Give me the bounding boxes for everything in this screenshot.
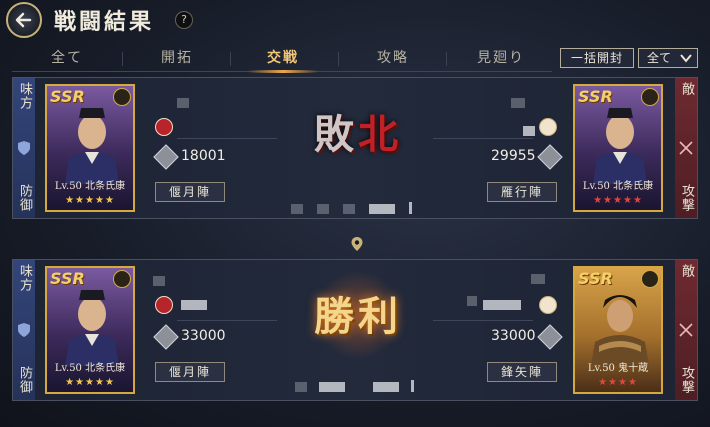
shield-icon xyxy=(18,323,30,337)
redacted-text xyxy=(523,126,535,136)
general-figure-icon xyxy=(65,108,119,184)
enemy-power-value: 29955 xyxy=(491,148,536,164)
enemy-formation-label: 鋒矢陣 xyxy=(487,362,557,382)
enemy-power-value: 33000 xyxy=(491,328,536,344)
ally-role-label: 防御 xyxy=(17,184,32,212)
redacted-text xyxy=(295,382,307,392)
crossed-swords-icon xyxy=(679,141,693,155)
enemy-general-portrait[interactable]: SSR Lv.50 北条氏康 ★★★★★ xyxy=(573,84,663,212)
enemy-general-portrait[interactable]: SSR Lv.50 鬼十蔵 ★★★★ xyxy=(573,266,663,394)
troop-power-icon xyxy=(537,324,563,350)
general-level-name: Lv.50 北条氏康 xyxy=(54,363,126,374)
filter-dropdown[interactable]: 全て xyxy=(638,48,698,68)
ally-side-strip: 味方 防御 xyxy=(13,260,35,400)
redacted-text xyxy=(153,276,165,286)
redacted-text xyxy=(467,296,477,306)
tab-all[interactable]: 全て xyxy=(22,46,112,72)
battle-report-card[interactable]: 味方 防御 SSR Lv.50 北条氏康 ★★★★★ 33000 偃月陣 勝利 … xyxy=(12,259,698,401)
redacted-text xyxy=(369,204,395,214)
filter-label: 全て xyxy=(647,51,672,65)
page-title: 戦闘結果 xyxy=(54,9,155,35)
tab-separator xyxy=(122,52,123,66)
ally-role-label: 防御 xyxy=(17,366,32,394)
divider xyxy=(177,138,277,139)
redacted-text xyxy=(319,382,345,392)
star-rating: ★★★★★ xyxy=(65,377,115,388)
back-arrow-icon xyxy=(15,12,32,28)
tab-patrol[interactable]: 見廻り xyxy=(456,46,546,72)
divider xyxy=(177,320,277,321)
star-rating: ★★★★★ xyxy=(593,195,643,206)
redacted-text xyxy=(411,380,414,392)
enemy-formation-label: 雁行陣 xyxy=(487,182,557,202)
ally-power-value: 18001 xyxy=(181,148,226,164)
tab-separator xyxy=(338,52,339,66)
redacted-text xyxy=(511,98,525,108)
tab-separator xyxy=(230,52,231,66)
ally-power-value: 33000 xyxy=(181,328,226,344)
ally-formation-label: 偃月陣 xyxy=(155,362,225,382)
redacted-text xyxy=(343,204,355,214)
tab-reclaim[interactable]: 開拓 xyxy=(132,46,222,72)
redacted-text xyxy=(181,300,207,310)
tab-battle[interactable]: 交戦 xyxy=(238,46,328,73)
redacted-text xyxy=(317,204,329,214)
chevron-down-icon xyxy=(680,54,692,63)
redacted-text xyxy=(291,204,303,214)
ally-general-portrait[interactable]: SSR Lv.50 北条氏康 ★★★★★ xyxy=(45,84,135,212)
battle-result-defeat: 敗北 xyxy=(303,86,413,176)
tab-bar: 全て 開拓 交戦 攻略 見廻り xyxy=(12,46,552,73)
redacted-text xyxy=(483,300,521,310)
result-char-2: 北 xyxy=(358,111,402,158)
tab-separator xyxy=(446,52,447,66)
result-char-1: 勝 xyxy=(314,293,358,340)
star-rating: ★★★★★ xyxy=(65,195,115,206)
crossed-swords-icon xyxy=(679,323,693,337)
troop-power-icon xyxy=(153,144,179,170)
map-pin-icon[interactable] xyxy=(350,236,364,252)
general-level-name: Lv.50 北条氏康 xyxy=(54,181,126,192)
clan-crest-icon xyxy=(539,118,557,136)
tab-siege[interactable]: 攻略 xyxy=(348,46,438,72)
divider xyxy=(433,320,533,321)
ally-label: 味方 xyxy=(17,264,32,292)
ally-label: 味方 xyxy=(17,82,32,110)
general-figure-icon xyxy=(593,108,647,184)
clan-crest-icon xyxy=(539,296,557,314)
enemy-label: 敵 xyxy=(679,264,694,278)
general-level-name: Lv.50 鬼十蔵 xyxy=(587,363,649,374)
enemy-side-strip: 敵 攻撃 xyxy=(675,78,697,218)
enemy-role-label: 攻撃 xyxy=(679,366,694,394)
battle-result-victory: 勝利 xyxy=(303,268,413,358)
clan-crest-icon xyxy=(155,296,173,314)
result-char-1: 敗 xyxy=(314,111,358,158)
bulk-open-button[interactable]: 一括開封 xyxy=(560,48,634,68)
divider xyxy=(433,138,533,139)
troop-power-icon xyxy=(153,324,179,350)
enemy-role-label: 攻撃 xyxy=(679,184,694,212)
shield-icon xyxy=(18,141,30,155)
redacted-text xyxy=(177,98,189,108)
enemy-side-strip: 敵 攻撃 xyxy=(675,260,697,400)
battle-report-card[interactable]: 味方 防御 SSR Lv.50 北条氏康 ★★★★★ 18001 偃月陣 敗北 … xyxy=(12,77,698,219)
general-level-name: Lv.50 北条氏康 xyxy=(582,181,654,192)
general-figure-icon xyxy=(591,295,649,366)
clan-crest-icon xyxy=(155,118,173,136)
general-figure-icon xyxy=(65,290,119,366)
header: 戦闘結果 ? xyxy=(0,0,710,40)
back-button[interactable] xyxy=(6,2,42,38)
result-char-2: 利 xyxy=(358,293,402,340)
redacted-text xyxy=(409,202,412,214)
troop-power-icon xyxy=(537,144,563,170)
enemy-label: 敵 xyxy=(679,82,694,96)
redacted-text xyxy=(373,382,399,392)
help-button[interactable]: ? xyxy=(175,11,193,29)
ally-side-strip: 味方 防御 xyxy=(13,78,35,218)
ally-general-portrait[interactable]: SSR Lv.50 北条氏康 ★★★★★ xyxy=(45,266,135,394)
ally-formation-label: 偃月陣 xyxy=(155,182,225,202)
redacted-text xyxy=(531,274,545,284)
star-rating: ★★★★ xyxy=(598,377,638,388)
